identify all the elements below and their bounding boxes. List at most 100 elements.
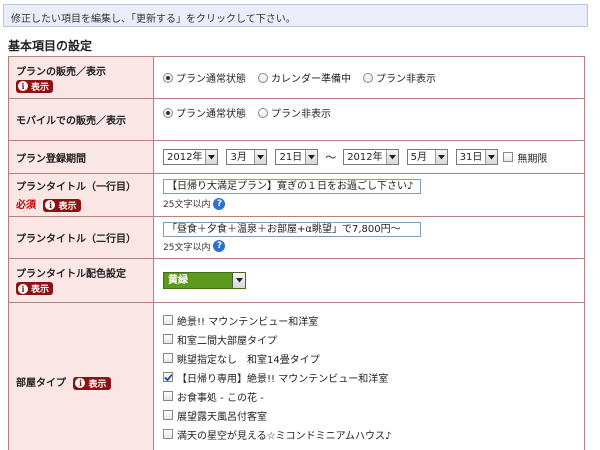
- row-label-cell: プランタイトル（二行目）: [8, 215, 154, 259]
- room-checkbox-2[interactable]: 和室二間大部屋タイプ: [163, 332, 575, 347]
- room-checkbox-1[interactable]: 絶景!! マウンテンビュー和洋室: [163, 313, 575, 328]
- row-room-type: 部屋タイプ i 表示 絶景!! マウンテンビュー和洋室 和室二間大部屋タイプ 眺望…: [8, 301, 585, 450]
- unlimited-checkbox[interactable]: 無期限: [503, 150, 547, 165]
- title-color-select[interactable]: 黄緑: [163, 271, 246, 289]
- row-label-cell: プランタイトル（一行目） 必須 i 表示: [8, 173, 154, 217]
- chevron-down-icon: [434, 150, 447, 164]
- display-badge[interactable]: i 表示: [73, 376, 111, 390]
- checkbox-label: 絶景!! マウンテンビュー和洋室: [177, 316, 319, 328]
- help-icon[interactable]: ?: [213, 197, 226, 210]
- row-plan-sales: プランの販売／表示 i 表示 プラン通常状態 カレンダー準備中 プラン非表示: [8, 56, 585, 99]
- start-day-select[interactable]: 21日: [275, 149, 319, 165]
- end-day-select[interactable]: 31日: [455, 149, 499, 165]
- checkbox-label: お食事処 - この花 -: [177, 392, 264, 404]
- radio-circle[interactable]: [163, 107, 173, 118]
- hint-text: 25文字以内: [163, 242, 211, 253]
- display-badge[interactable]: i 表示: [16, 79, 54, 93]
- badge-label: 表示: [88, 379, 107, 390]
- check-icon: [164, 373, 172, 381]
- section-title: 基本項目の設定: [8, 39, 93, 53]
- select-value: 5月: [410, 152, 428, 163]
- checkbox-box[interactable]: [163, 429, 173, 439]
- row-value-cell: 黄緑: [153, 257, 585, 303]
- settings-form-table: プランの販売／表示 i 表示 プラン通常状態 カレンダー準備中 プラン非表示 モバ…: [8, 56, 585, 450]
- chevron-down-icon: [232, 272, 245, 288]
- radio-circle[interactable]: [258, 107, 268, 118]
- room-checkbox-7[interactable]: 満天の星空が見える☆ミコンドミニアムハウス♪: [163, 427, 575, 442]
- plan-title-1-input[interactable]: 【日帰り大満足プラン】寛ぎの１日をお過ごし下さい♪: [163, 179, 421, 195]
- radio-sales-hidden[interactable]: プラン非表示: [363, 70, 436, 85]
- radio-label: プラン非表示: [376, 74, 436, 85]
- checkbox-box[interactable]: [163, 353, 173, 363]
- row-label: プランタイトル配色設定: [16, 269, 126, 280]
- notice-banner: 修正したい項目を編集し、「更新する」をクリックして下さい。: [3, 4, 588, 27]
- room-checkbox-4[interactable]: 【日帰り専用】絶景!! マウンテンビュー和洋室: [163, 370, 575, 385]
- mobile-radio-group: プラン通常状態 プラン非表示: [163, 105, 575, 120]
- row-title-color: プランタイトル配色設定 i 表示 黄緑: [8, 257, 585, 303]
- chevron-down-icon: [254, 150, 267, 164]
- row-plan-period: プラン登録期間 2012年 3月 21日 ～ 2012年 5月 31日 無期限: [8, 140, 585, 174]
- checkbox-box[interactable]: [163, 315, 173, 325]
- row-label-cell: プランタイトル配色設定 i 表示: [8, 257, 154, 303]
- end-month-select[interactable]: 5月: [406, 149, 448, 165]
- radio-sales-normal[interactable]: プラン通常状態: [163, 70, 246, 85]
- hint-text: 25文字以内: [163, 200, 211, 211]
- checkbox-box[interactable]: [163, 372, 173, 382]
- chevron-down-icon: [485, 150, 498, 164]
- room-checkbox-3[interactable]: 眺望指定なし 和室14畳タイプ: [163, 351, 575, 366]
- checkbox-label: 和室二間大部屋タイプ: [177, 335, 277, 347]
- radio-label: プラン通常状態: [176, 109, 246, 120]
- radio-circle[interactable]: [258, 72, 268, 83]
- display-badge[interactable]: i 表示: [16, 282, 54, 295]
- info-icon: i: [18, 81, 28, 91]
- row-label: 部屋タイプ: [16, 378, 66, 390]
- select-value: 31日: [459, 152, 483, 163]
- checkbox-box[interactable]: [163, 334, 173, 344]
- checkbox-label: 【日帰り専用】絶景!! マウンテンビュー和洋室: [177, 373, 389, 385]
- date-range: 2012年 3月 21日 ～ 2012年 5月 31日 無期限: [163, 149, 575, 165]
- info-icon: i: [45, 200, 56, 210]
- checkbox-box[interactable]: [163, 410, 173, 420]
- chevron-down-icon: [305, 150, 318, 164]
- end-year-select[interactable]: 2012年: [343, 149, 399, 165]
- display-badge[interactable]: i 表示: [43, 198, 81, 212]
- row-label: モバイルでの販売／表示: [16, 116, 126, 127]
- start-year-select[interactable]: 2012年: [163, 149, 219, 165]
- row-value-cell: 【日帰り大満足プラン】寛ぎの１日をお過ごし下さい♪ 25文字以内?: [153, 173, 585, 217]
- radio-circle[interactable]: [363, 72, 373, 83]
- checkbox-label: 眺望指定なし 和室14畳タイプ: [177, 354, 320, 366]
- row-label: プランの販売／表示: [16, 66, 106, 78]
- select-value: 2012年: [167, 152, 203, 163]
- room-checkbox-6[interactable]: 展望露天風呂付客室: [163, 408, 575, 423]
- chevron-down-icon: [205, 150, 218, 164]
- checkbox-box[interactable]: [163, 391, 173, 401]
- row-value-cell: プラン通常状態 プラン非表示: [153, 98, 585, 141]
- select-value: 2012年: [347, 152, 383, 163]
- info-icon: i: [75, 378, 86, 389]
- sales-radio-group: プラン通常状態 カレンダー準備中 プラン非表示: [163, 70, 575, 85]
- checkbox-label: 無期限: [517, 153, 548, 165]
- info-icon: i: [18, 283, 28, 294]
- plan-title-2-input[interactable]: 「昼食＋夕食＋温泉＋お部屋+α眺望」で7,800円～: [163, 221, 421, 237]
- room-type-list: 絶景!! マウンテンビュー和洋室 和室二間大部屋タイプ 眺望指定なし 和室14畳…: [163, 307, 575, 442]
- radio-circle[interactable]: [163, 72, 173, 83]
- badge-label: 表示: [31, 285, 50, 295]
- chevron-down-icon: [385, 150, 398, 164]
- help-icon[interactable]: ?: [213, 240, 226, 252]
- char-limit-hint: 25文字以内?: [163, 240, 575, 253]
- row-plan-title-1: プランタイトル（一行目） 必須 i 表示 【日帰り大満足プラン】寛ぎの１日をお過ご…: [8, 173, 585, 217]
- start-month-select[interactable]: 3月: [226, 149, 268, 165]
- room-checkbox-5[interactable]: お食事処 - この花 -: [163, 389, 575, 404]
- row-value-cell: プラン通常状態 カレンダー準備中 プラン非表示: [153, 56, 585, 99]
- select-value: 21日: [279, 152, 303, 163]
- radio-mobile-normal[interactable]: プラン通常状態: [163, 105, 246, 120]
- row-label-cell: プランの販売／表示 i 表示: [8, 56, 154, 99]
- radio-mobile-hidden[interactable]: プラン非表示: [258, 105, 331, 120]
- select-value: 黄緑: [168, 274, 188, 286]
- badge-label: 表示: [58, 201, 77, 212]
- checkbox-box[interactable]: [503, 152, 514, 162]
- row-label-cell: 部屋タイプ i 表示: [8, 301, 154, 450]
- row-label: プラン登録期間: [16, 153, 86, 165]
- row-label: プランタイトル（一行目）: [16, 182, 136, 193]
- radio-sales-calendar[interactable]: カレンダー準備中: [258, 70, 351, 85]
